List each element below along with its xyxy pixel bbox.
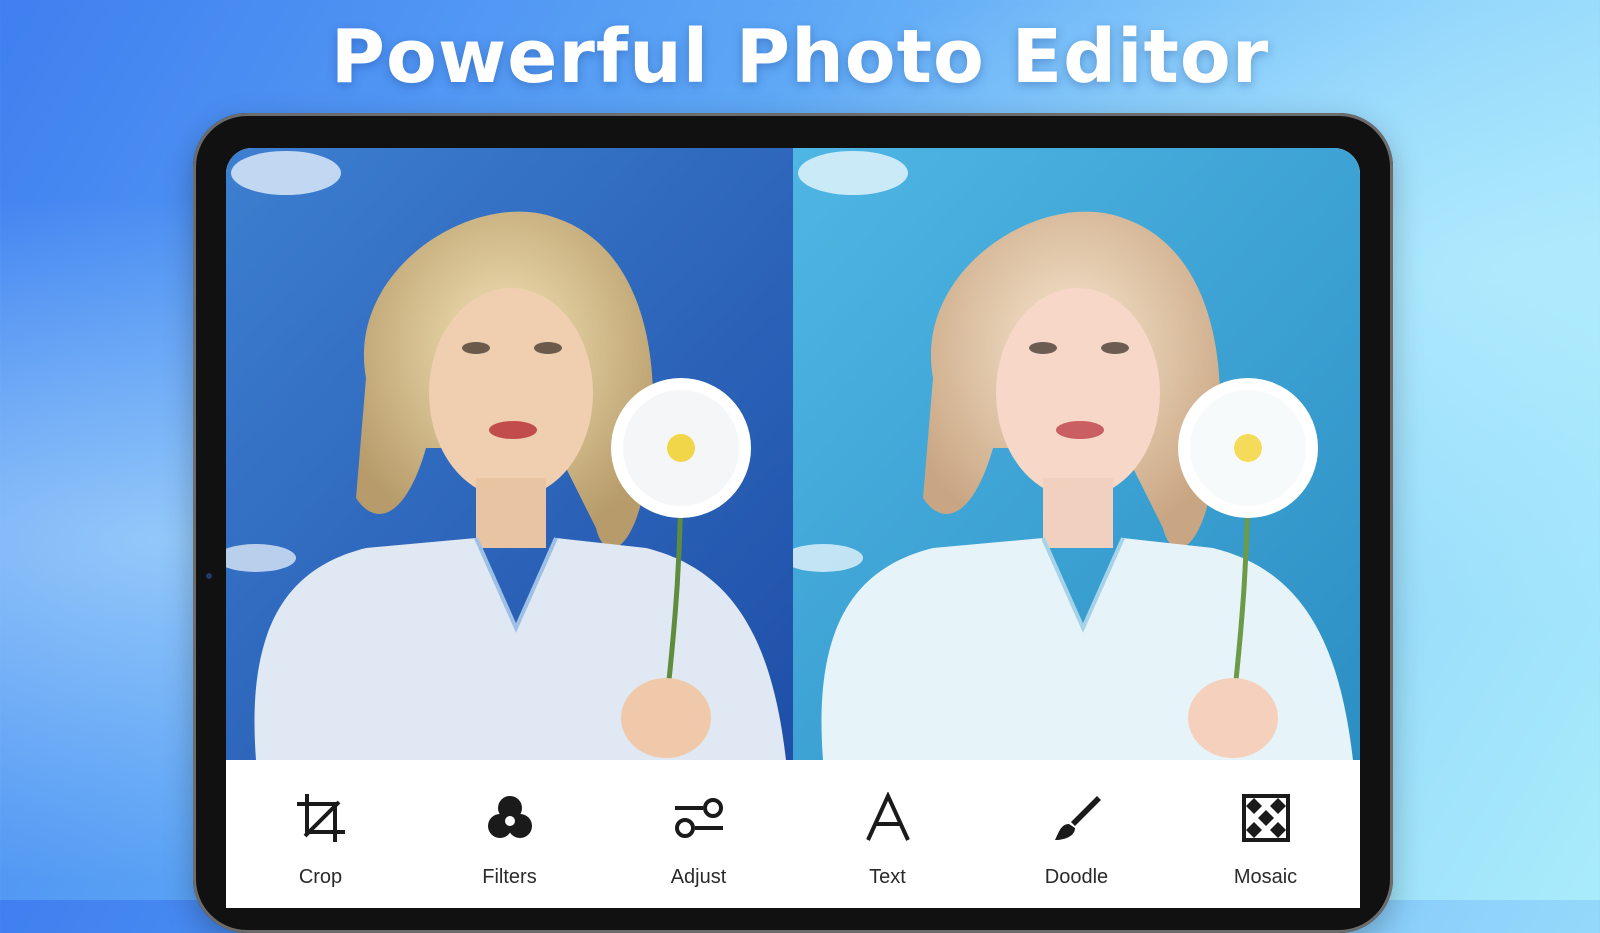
filters-label: Filters [482,866,537,888]
filters-button[interactable]: Filters [440,790,580,889]
text-label: Text [869,866,906,888]
text-button[interactable]: Text [818,790,958,889]
filters-icon [482,790,538,846]
headline: Powerful Photo Editor [330,14,1270,100]
doodle-button[interactable]: Doodle [1007,790,1147,889]
adjust-button[interactable]: Adjust [629,790,769,889]
mosaic-button[interactable]: Mosaic [1196,790,1336,889]
edited-photo [793,148,1360,760]
original-photo [226,148,793,760]
mosaic-label: Mosaic [1233,866,1298,888]
editor-toolbar: Crop Filters Adjust Text Doodle Mosaic [226,760,1360,908]
adjust-icon [671,790,727,846]
doodle-label: Doodle [1044,866,1109,888]
crop-label: Crop [298,866,343,888]
tablet-device: Crop Filters Adjust Text Doodle Mosaic [193,113,1393,933]
adjust-label: Adjust [670,866,727,888]
camera-dot [206,573,212,579]
before-after-comparison [226,148,1360,760]
tablet-screen: Crop Filters Adjust Text Doodle Mosaic [226,148,1360,908]
crop-button[interactable]: Crop [251,790,391,889]
mosaic-icon [1238,790,1294,846]
text-icon [860,790,916,846]
crop-icon [293,790,349,846]
brush-icon [1049,790,1105,846]
